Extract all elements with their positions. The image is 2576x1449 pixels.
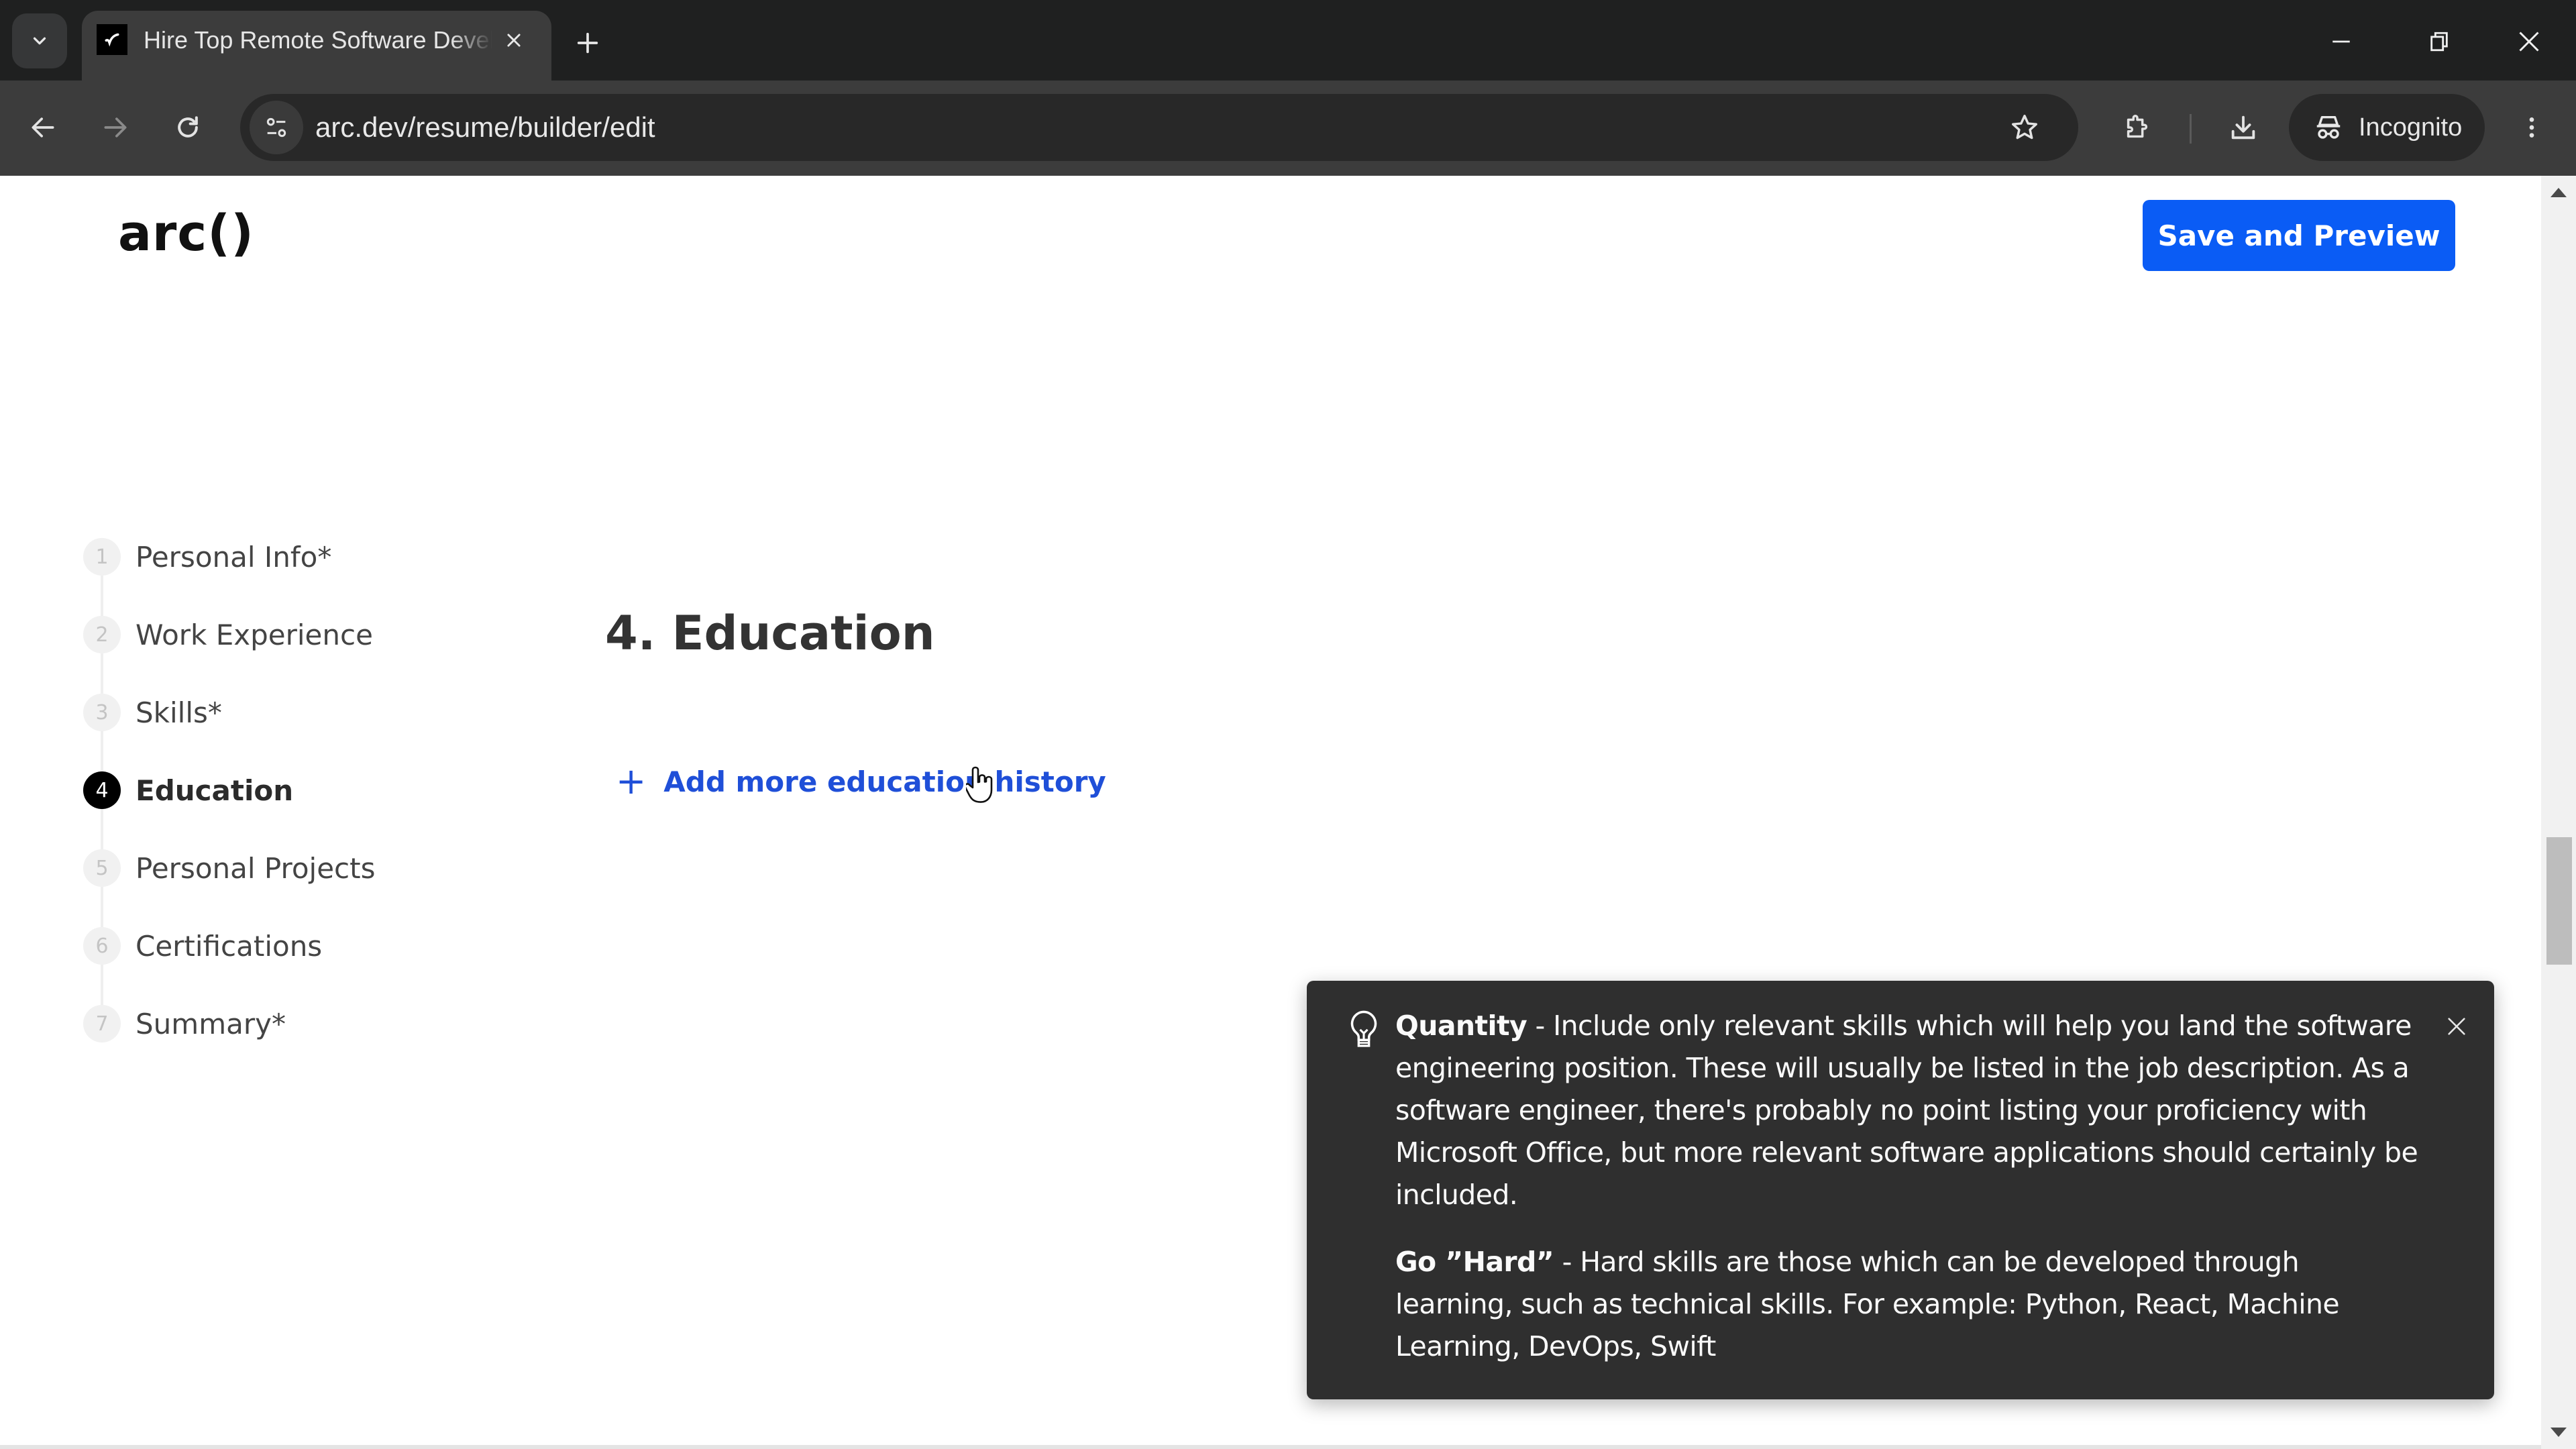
step-label: Certifications [136, 929, 323, 963]
tab-title: Hire Top Remote Software Developers [144, 26, 492, 54]
tip-text: - Include only relevant skills which wil… [1395, 1010, 2418, 1211]
arrow-right-icon [104, 117, 127, 138]
download-icon [2231, 115, 2255, 140]
tab-search-button[interactable] [12, 13, 67, 68]
step-label: Summary* [136, 1007, 286, 1040]
tip-heading: Quantity [1395, 1010, 1527, 1042]
step-number: 2 [83, 616, 121, 653]
scroll-up-arrow-icon[interactable] [2551, 188, 2567, 197]
url-text[interactable]: arc.dev/resume/builder/edit [315, 110, 655, 145]
tip-paragraph-quantity: Quantity - Include only relevant skills … [1395, 1005, 2422, 1216]
horizontal-scroll-track [0, 1445, 2541, 1449]
step-skills[interactable]: 3 Skills* [83, 693, 222, 732]
step-number: 7 [83, 1005, 121, 1042]
step-label: Skills* [136, 696, 222, 729]
plus-icon [577, 32, 598, 54]
toolbar-separator [2190, 114, 2192, 144]
tab-strip: Hire Top Remote Software Developers [0, 0, 2576, 80]
downloads-button[interactable] [2216, 101, 2270, 154]
step-work-experience[interactable]: 2 Work Experience [83, 615, 373, 654]
reload-icon [178, 116, 198, 138]
step-number: 5 [83, 849, 121, 887]
scrollbar-thumb[interactable] [2546, 837, 2572, 965]
skills-tip-popup: Quantity - Include only relevant skills … [1307, 981, 2494, 1399]
minimize-icon [2332, 40, 2350, 43]
step-number: 6 [83, 927, 121, 965]
arc-checkmark-icon [97, 24, 127, 55]
new-tab-button[interactable] [568, 23, 608, 63]
close-icon [507, 34, 521, 47]
incognito-icon [2316, 115, 2341, 139]
step-label: Work Experience [136, 618, 373, 651]
step-number: 4 [83, 771, 121, 809]
active-tab[interactable]: Hire Top Remote Software Developers [82, 11, 551, 80]
step-summary[interactable]: 7 Summary* [83, 1004, 286, 1043]
vertical-scrollbar[interactable] [2541, 176, 2576, 1449]
arc-logo[interactable]: arc() [118, 201, 254, 266]
add-education-link[interactable]: + Add more education history [616, 760, 1106, 802]
reload-button[interactable] [161, 101, 215, 154]
scroll-down-arrow-icon[interactable] [2551, 1428, 2567, 1437]
step-label: Personal Projects [136, 851, 376, 885]
extensions-button[interactable] [2110, 101, 2164, 154]
lightbulb-icon [1350, 1010, 1377, 1047]
browser-toolbar: arc.dev/resume/builder/edit Incognito [0, 80, 2576, 176]
plus-icon: + [616, 760, 647, 802]
tip-body: Quantity - Include only relevant skills … [1395, 1005, 2422, 1393]
browser-menu-button[interactable] [2505, 101, 2559, 154]
star-icon [2012, 115, 2037, 140]
minimize-button[interactable] [2314, 15, 2368, 68]
add-education-label: Add more education history [663, 765, 1106, 798]
forward-button[interactable] [89, 101, 142, 154]
step-education[interactable]: 4 Education [83, 771, 293, 810]
page-content: arc() Save and Preview 1 Personal Info* … [0, 176, 2541, 1449]
tip-heading: Go ”Hard” [1395, 1246, 1554, 1278]
step-personal-info[interactable]: 1 Personal Info* [83, 537, 331, 576]
more-vert-icon [2529, 117, 2534, 138]
restore-icon [2430, 32, 2448, 52]
incognito-indicator[interactable]: Incognito [2289, 94, 2485, 161]
section-title: 4. Education [605, 606, 935, 661]
step-number: 1 [83, 538, 121, 576]
tip-close-button[interactable] [2440, 1010, 2473, 1042]
step-number: 3 [83, 694, 121, 731]
address-bar[interactable]: arc.dev/resume/builder/edit [240, 94, 2078, 161]
bookmark-button[interactable] [1998, 101, 2051, 154]
step-label: Education [136, 773, 294, 807]
tune-icon [266, 117, 286, 138]
incognito-label: Incognito [2359, 113, 2463, 142]
close-icon [2519, 32, 2539, 52]
arrow-left-icon [32, 117, 54, 138]
puzzle-icon [2127, 115, 2148, 138]
step-personal-projects[interactable]: 5 Personal Projects [83, 849, 375, 888]
chevron-down-icon [33, 37, 46, 45]
site-info-button[interactable] [250, 101, 303, 154]
step-certifications[interactable]: 6 Certifications [83, 926, 322, 965]
tip-paragraph-go-hard: Go ”Hard” - Hard skills are those which … [1395, 1241, 2422, 1368]
restore-button[interactable] [2412, 15, 2466, 68]
hand-pointer-cursor-icon [966, 766, 993, 803]
close-window-button[interactable] [2502, 15, 2556, 68]
close-icon [2448, 1018, 2465, 1035]
back-button[interactable] [16, 101, 70, 154]
save-and-preview-button[interactable]: Save and Preview [2143, 200, 2455, 271]
step-label: Personal Info* [136, 540, 332, 574]
tab-close-button[interactable] [498, 24, 530, 56]
